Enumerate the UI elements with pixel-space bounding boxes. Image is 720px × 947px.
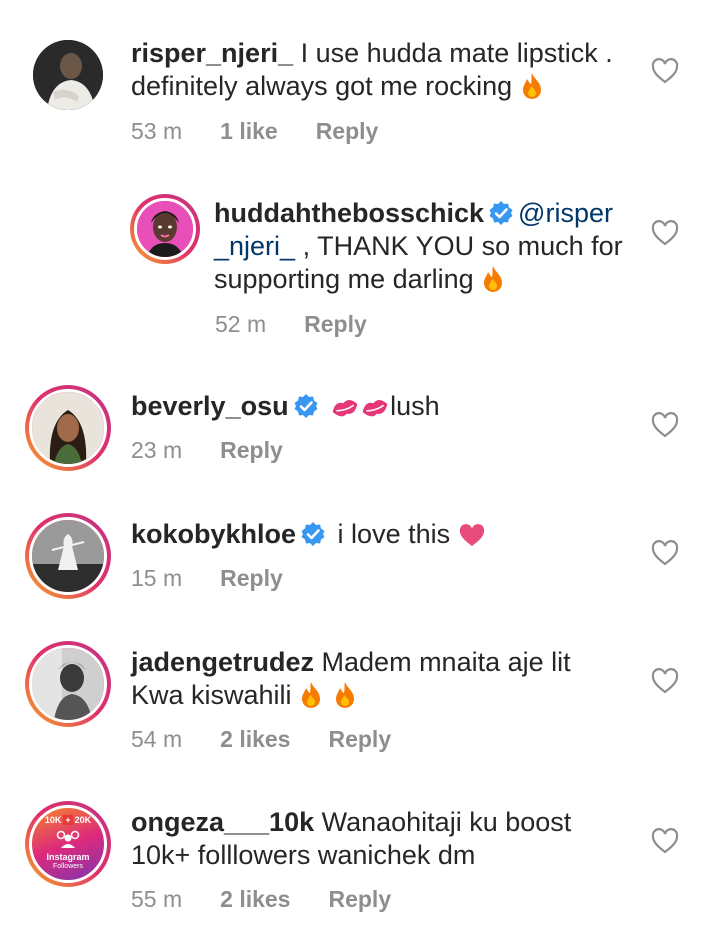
comment-text: I use hudda mate lipstick . <box>293 38 613 68</box>
heart-emoji-icon <box>458 523 486 556</box>
reply-button[interactable]: Reply <box>220 437 283 463</box>
comment-text: Madem mnaita aje lit <box>314 647 571 677</box>
comment: beverly_osu lush 23 m Reply <box>0 380 720 500</box>
comment: 10K +20K Instagram Followers ongeza___10k… <box>0 796 720 947</box>
like-heart-icon[interactable] <box>651 58 679 84</box>
verified-badge-icon <box>293 393 319 419</box>
fire-emoji-icon <box>481 265 505 301</box>
avatar[interactable]: 10K +20K Instagram Followers <box>25 801 111 887</box>
reply-button[interactable]: Reply <box>316 118 379 144</box>
comment-meta: 23 m Reply <box>131 437 321 464</box>
comment-body: huddahthebosschick @risper _njeri_ , THAN… <box>214 197 623 301</box>
reply-button[interactable]: Reply <box>328 726 391 752</box>
comment-text: i love this <box>330 519 458 549</box>
comment-meta: 15 m Reply <box>131 565 321 592</box>
avatar-label: Instagram <box>46 852 90 862</box>
timestamp: 54 m <box>131 726 183 752</box>
users-icon <box>56 830 80 848</box>
timestamp: 23 m <box>131 437 183 463</box>
comment-text: supporting me darling <box>214 264 482 294</box>
avatar-label: Followers <box>53 863 83 870</box>
comment-meta: 52 m Reply <box>215 311 405 338</box>
reply-button[interactable]: Reply <box>304 311 367 337</box>
mention-link[interactable]: @risper <box>518 198 613 228</box>
comment: risper_njeri_ I use hudda mate lipstick … <box>0 0 720 160</box>
comment-text: 10k+ folllowers wanichek dm <box>131 840 476 870</box>
avatar[interactable] <box>130 194 200 264</box>
username[interactable]: huddahthebosschick <box>214 198 484 228</box>
comment-body: jadengetrudez Madem mnaita aje lit Kwa k… <box>131 646 571 717</box>
avatar-photo <box>29 389 107 467</box>
reply-comment: huddahthebosschick @risper _njeri_ , THAN… <box>0 190 720 350</box>
comment-text: definitely always got me rocking <box>131 71 520 101</box>
avatar-promo-top: 10K +20K <box>32 815 104 825</box>
reply-button[interactable]: Reply <box>328 886 391 912</box>
plus-icon: + <box>63 815 73 825</box>
comment-meta: 53 m 1 like Reply <box>131 118 416 145</box>
username[interactable]: jadengetrudez <box>131 647 314 677</box>
like-heart-icon[interactable] <box>651 540 679 566</box>
comment-text: , THANK YOU so much for <box>295 231 623 261</box>
avatar-photo <box>29 517 107 595</box>
reply-button[interactable]: Reply <box>220 565 283 591</box>
like-heart-icon[interactable] <box>651 828 679 854</box>
fire-emoji-icon <box>299 681 323 717</box>
likes-count[interactable]: 2 likes <box>220 886 290 912</box>
comment-body: kokobykhloe i love this <box>131 518 486 556</box>
avatar[interactable] <box>33 40 103 110</box>
avatar[interactable] <box>25 641 111 727</box>
avatar-photo <box>33 40 103 110</box>
comment-text: Wanaohitaji ku boost <box>314 807 572 837</box>
mention-link[interactable]: _njeri_ <box>214 231 295 261</box>
comment-body: beverly_osu lush <box>131 390 440 428</box>
fire-emoji-icon <box>333 681 357 717</box>
kiss-mark-emoji-icon <box>360 395 390 428</box>
comment-body: ongeza___10k Wanaohitaji ku boost 10k+ f… <box>131 806 571 872</box>
timestamp: 55 m <box>131 886 183 912</box>
timestamp: 15 m <box>131 565 183 591</box>
avatar-label: 20K <box>74 815 92 825</box>
avatar-label: 10K <box>44 815 62 825</box>
like-heart-icon[interactable] <box>651 412 679 438</box>
avatar[interactable] <box>25 513 111 599</box>
comment-meta: 55 m 2 likes Reply <box>131 886 429 913</box>
likes-count[interactable]: 1 like <box>220 118 278 144</box>
timestamp: 52 m <box>215 311 267 337</box>
comment-meta: 54 m 2 likes Reply <box>131 726 429 753</box>
avatar[interactable] <box>25 385 111 471</box>
avatar-photo <box>134 198 196 260</box>
comment: kokobykhloe i love this 15 m Reply <box>0 508 720 628</box>
like-heart-icon[interactable] <box>651 668 679 694</box>
username[interactable]: risper_njeri_ <box>131 38 293 68</box>
comment-text: lush <box>390 391 440 421</box>
verified-badge-icon <box>300 521 326 547</box>
username[interactable]: kokobykhloe <box>131 519 296 549</box>
avatar-photo <box>29 645 107 723</box>
username[interactable]: beverly_osu <box>131 391 289 421</box>
likes-count[interactable]: 2 likes <box>220 726 290 752</box>
like-heart-icon[interactable] <box>651 220 679 246</box>
comment-text: Kwa kiswahili <box>131 680 300 710</box>
timestamp: 53 m <box>131 118 183 144</box>
fire-emoji-icon <box>520 72 544 108</box>
comment-body: risper_njeri_ I use hudda mate lipstick … <box>131 37 613 108</box>
verified-badge-icon <box>488 200 514 226</box>
comment: jadengetrudez Madem mnaita aje lit Kwa k… <box>0 636 720 776</box>
avatar-photo: 10K +20K Instagram Followers <box>29 805 107 883</box>
username[interactable]: ongeza___10k <box>131 807 314 837</box>
kiss-mark-emoji-icon <box>330 395 360 428</box>
